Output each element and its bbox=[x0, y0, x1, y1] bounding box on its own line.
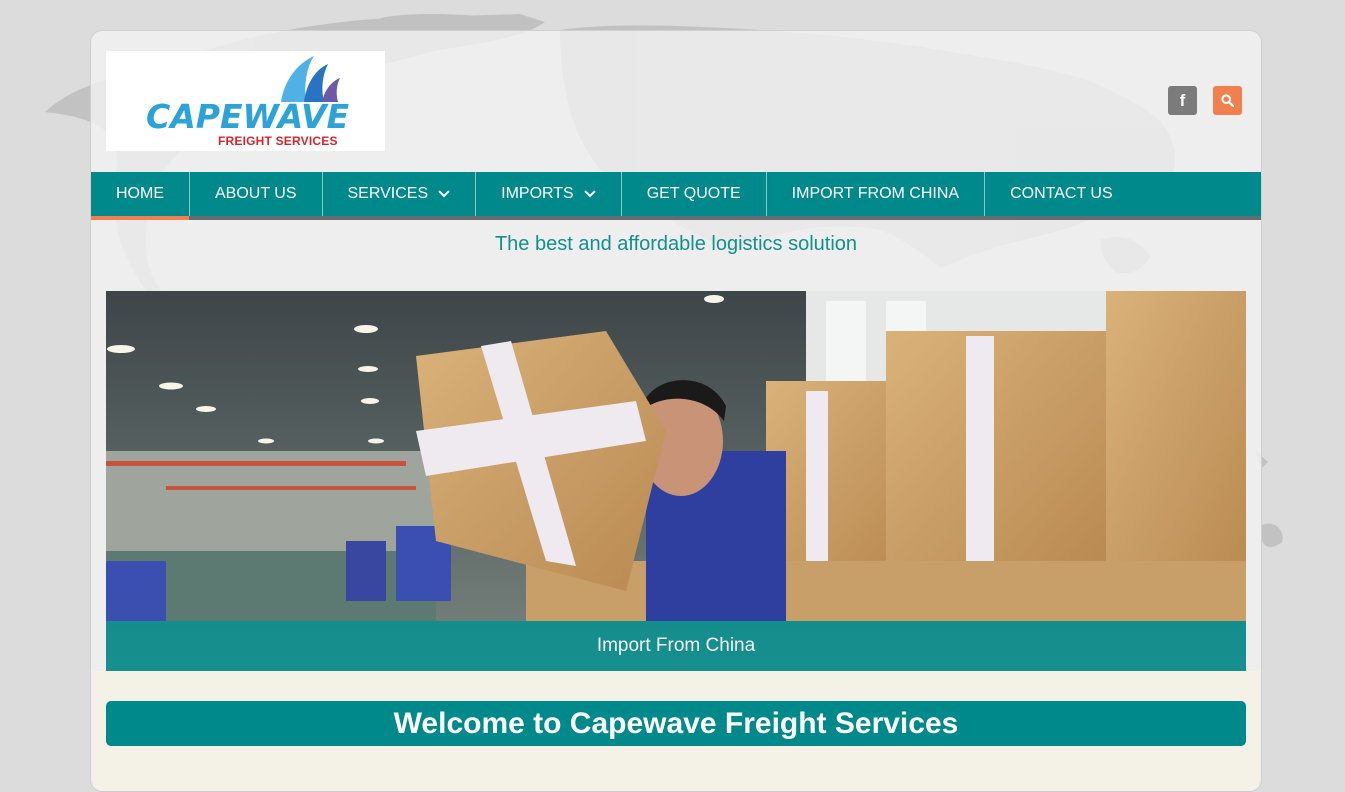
main-nav: HOME ABOUT US SERVICES IMPORTS GET QUOTE… bbox=[91, 172, 1261, 220]
chevron-down-icon bbox=[584, 190, 596, 198]
chevron-down-icon bbox=[438, 190, 450, 198]
nav-services-label: SERVICES bbox=[347, 185, 429, 202]
logo-subtitle: FREIGHT SERVICES bbox=[218, 134, 338, 148]
hero-caption: Import From China bbox=[106, 621, 1246, 671]
search-icon bbox=[1221, 94, 1234, 107]
nav-import-china-label: IMPORT FROM CHINA bbox=[791, 185, 960, 202]
nav-about-us[interactable]: ABOUT US bbox=[190, 172, 323, 216]
tagline: The best and affordable logistics soluti… bbox=[494, 233, 858, 255]
capewave-logo[interactable]: CAPEWAVE FREIGHT SERVICES bbox=[106, 51, 385, 151]
hero-slider[interactable]: Import From China bbox=[106, 291, 1246, 671]
search-button[interactable] bbox=[1213, 86, 1242, 115]
nav-services[interactable]: SERVICES bbox=[323, 172, 477, 216]
nav-imports[interactable]: IMPORTS bbox=[476, 172, 622, 216]
site-container: CAPEWAVE FREIGHT SERVICES f HOME ABOUT U… bbox=[90, 30, 1262, 792]
nav-get-quote-label: GET QUOTE bbox=[646, 185, 741, 202]
nav-about-label: ABOUT US bbox=[215, 185, 297, 202]
nav-contact-label: CONTACT US bbox=[1010, 185, 1113, 202]
nav-imports-label: IMPORTS bbox=[501, 185, 574, 202]
nav-import-from-china[interactable]: IMPORT FROM CHINA bbox=[767, 172, 986, 216]
facebook-button[interactable]: f bbox=[1168, 86, 1197, 115]
facebook-icon: f bbox=[1179, 90, 1186, 110]
logo-wordmark: CAPEWAVE bbox=[146, 97, 350, 136]
nav-get-quote[interactable]: GET QUOTE bbox=[622, 172, 767, 216]
nav-home-label: HOME bbox=[116, 185, 164, 202]
nav-home[interactable]: HOME bbox=[91, 172, 190, 220]
warehouse-worker-photo bbox=[106, 291, 1246, 671]
welcome-banner: Welcome to Capewave Freight Services bbox=[106, 701, 1246, 746]
nav-contact-us[interactable]: CONTACT US bbox=[985, 172, 1138, 216]
